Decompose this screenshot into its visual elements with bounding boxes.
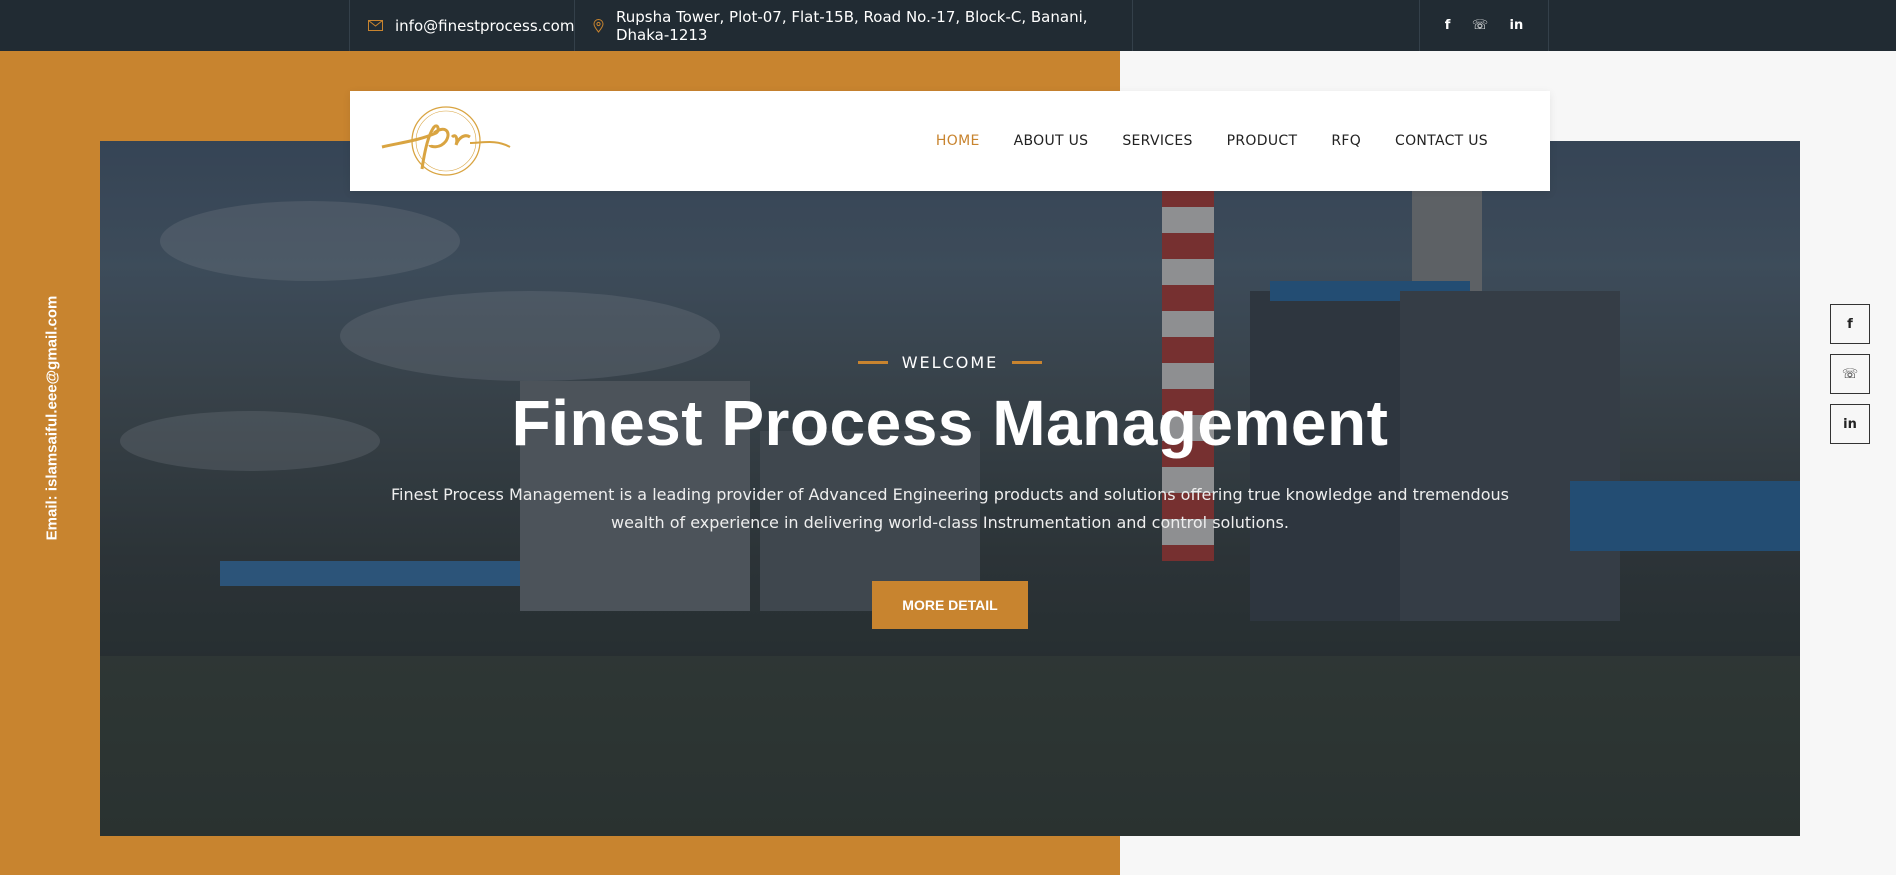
topbar-email[interactable]: info@finestprocess.com [349,0,574,51]
hero-section: WELCOME Finest Process Management Finest… [100,141,1800,836]
nav-services[interactable]: SERVICES [1122,133,1192,149]
hero-title: Finest Process Management [511,387,1389,459]
side-linkedin-icon[interactable]: in [1830,404,1870,444]
topbar-address-text: Rupsha Tower, Plot-07, Flat-15B, Road No… [616,7,1088,44]
logo[interactable] [378,103,513,179]
welcome-tag: WELCOME [100,353,1800,372]
side-facebook-icon[interactable]: f [1830,304,1870,344]
nav-contact-us[interactable]: CONTACT US [1395,133,1488,149]
welcome-line-right [1012,361,1043,364]
map-pin-icon [593,18,604,33]
welcome-text: WELCOME [901,353,999,372]
welcome-line-left [857,361,888,364]
main-nav: HOME ABOUT US SERVICES PRODUCT RFQ CONTA… [936,91,1488,191]
nav-about-us[interactable]: ABOUT US [1014,133,1089,149]
sidebar-email[interactable]: Email: islamsaiful.eee@gmail.com [44,296,61,541]
topbar-social: f ☏ in [1419,0,1549,51]
hero-description: Finest Process Management is a leading p… [391,485,1509,532]
more-detail-button[interactable]: MORE DETAIL [872,581,1028,629]
topbar-email-text[interactable]: info@finestprocess.com [395,17,574,35]
topbar-address: Rupsha Tower, Plot-07, Flat-15B, Road No… [574,0,1133,51]
linkedin-icon[interactable]: in [1510,18,1524,33]
envelope-icon [368,20,383,31]
top-bar: info@finestprocess.com Rupsha Tower, Plo… [0,0,1896,51]
nav-rfq[interactable]: RFQ [1331,133,1361,149]
nav-home[interactable]: HOME [936,133,980,149]
side-whatsapp-icon[interactable]: ☏ [1830,354,1870,394]
whatsapp-icon[interactable]: ☏ [1472,18,1488,33]
nav-product[interactable]: PRODUCT [1227,133,1298,149]
facebook-icon[interactable]: f [1445,18,1451,33]
navbar: HOME ABOUT US SERVICES PRODUCT RFQ CONTA… [350,91,1550,191]
